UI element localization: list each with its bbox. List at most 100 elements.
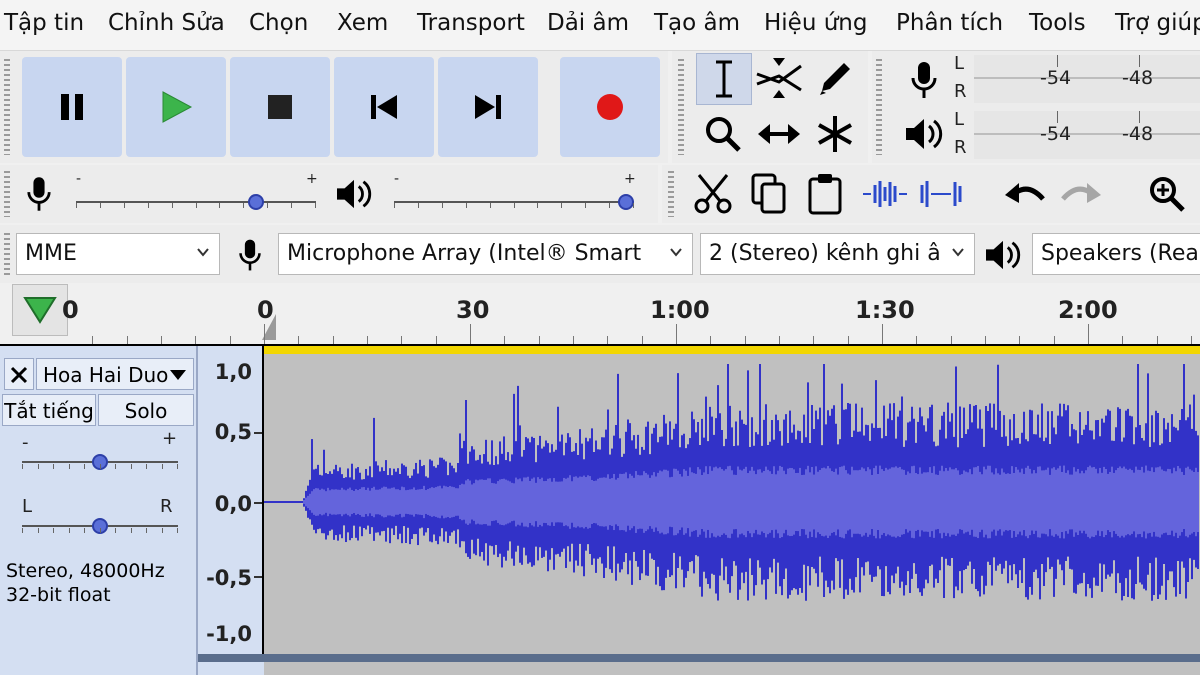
playback-meter[interactable]: -54 -48 (974, 111, 1200, 159)
menu-tracks[interactable]: Dải âm (547, 10, 629, 36)
timeline-tick (676, 324, 677, 344)
slider-tick (130, 464, 132, 469)
timeline-tick (916, 336, 918, 344)
slider-tick (22, 528, 23, 533)
play-button[interactable] (126, 57, 226, 157)
track-name: Hoa Hai Duo (43, 363, 169, 387)
menu-edit[interactable]: Chỉnh Sửa (108, 10, 225, 36)
draw-tool[interactable] (808, 53, 862, 103)
skip-to-start-button[interactable] (334, 57, 434, 157)
record-meter-button[interactable] (898, 55, 950, 105)
waveform-area[interactable] (264, 354, 1200, 654)
menu-file[interactable]: Tập tin (4, 10, 84, 36)
gain-slider[interactable] (22, 450, 178, 476)
silence-button[interactable] (914, 169, 968, 219)
timeline-tick (92, 336, 94, 344)
toolbar-grip[interactable] (876, 59, 882, 155)
toolbar-grip[interactable] (4, 59, 10, 155)
menu-view[interactable]: Xem (337, 10, 388, 36)
meter-left-label: L (954, 109, 965, 130)
menu-tools[interactable]: Tools (1029, 10, 1086, 36)
playback-volume-slider[interactable] (394, 189, 634, 219)
meter-tick: -48 (1122, 67, 1154, 89)
playback-meter-button[interactable] (898, 109, 950, 159)
timeline-tick (573, 336, 574, 344)
magnifier-icon (706, 117, 741, 152)
selection-tool[interactable] (696, 53, 752, 105)
y-axis-tick (254, 502, 262, 504)
slider-tick (585, 203, 587, 208)
slider-tick (22, 464, 23, 469)
slider-tick (394, 203, 395, 208)
recording-device-select[interactable]: Microphone Array (Intel® Smart (278, 233, 693, 275)
redo-button[interactable] (1054, 169, 1108, 219)
record-meter[interactable]: -54 -48 (974, 55, 1200, 103)
toolbar-grip[interactable] (678, 59, 684, 155)
toolbar-grip[interactable] (668, 171, 674, 217)
toolbar-grip[interactable] (4, 233, 10, 275)
slider-tick (84, 464, 85, 469)
record-button[interactable] (560, 57, 660, 157)
timeline-tick (607, 336, 609, 344)
toolbar-grip[interactable] (4, 171, 10, 217)
menu-generate[interactable]: Tạo âm (654, 10, 740, 36)
next-track-waveform[interactable] (264, 662, 1200, 675)
menu-help[interactable]: Trợ giúp (1115, 10, 1200, 36)
cut-button[interactable] (686, 169, 740, 219)
meter-right-label: R (954, 137, 967, 158)
slider-thumb[interactable] (248, 194, 265, 210)
slider-tick (633, 203, 634, 208)
timeline-tick (470, 324, 471, 344)
pause-button[interactable] (22, 57, 122, 157)
playback-device-select[interactable]: Speakers (Realt (1032, 233, 1200, 275)
mute-button[interactable]: Tắt tiếng (2, 394, 96, 426)
zoom-in-button[interactable] (1140, 169, 1194, 219)
copy-button[interactable] (742, 169, 796, 219)
slider-tick (177, 528, 178, 533)
y-axis-label: -0,5 (206, 566, 252, 590)
recording-volume-slider[interactable] (76, 189, 316, 219)
timeline-tick (367, 336, 368, 344)
slider-thumb[interactable] (618, 194, 634, 210)
i-beam-icon (716, 60, 732, 98)
slider-min-label: - (394, 171, 400, 187)
trim-button[interactable] (858, 169, 912, 219)
paste-button[interactable] (798, 169, 852, 219)
envelope-tool[interactable] (752, 53, 806, 103)
multi-tool[interactable] (808, 109, 862, 159)
slider-tick (76, 203, 77, 208)
timeline-ticks (0, 284, 1200, 344)
undo-icon (1005, 183, 1045, 203)
menu-bar: Tập tin Chỉnh Sửa Chọn Xem Transport Dải… (0, 0, 1200, 51)
skip-to-end-button[interactable] (438, 57, 538, 157)
slider-tick (417, 203, 419, 208)
timeline-tick (985, 336, 986, 344)
recording-device-icon (232, 237, 268, 273)
track-name-menu[interactable]: Hoa Hai Duo (36, 358, 194, 390)
menu-analyze[interactable]: Phân tích (896, 10, 1003, 36)
undo-button[interactable] (998, 169, 1052, 219)
menu-transport[interactable]: Transport (417, 10, 525, 36)
slider-tick (291, 203, 293, 208)
meter-right-label: R (954, 81, 967, 102)
scissors-icon (694, 174, 732, 214)
menu-effect[interactable]: Hiệu ứng (764, 10, 867, 36)
timeline-ruler[interactable]: 0 0 30 1:00 1:30 2:00 (0, 284, 1200, 344)
time-shift-tool[interactable] (752, 109, 806, 159)
recording-channels-select[interactable]: 2 (Stereo) kênh ghi â (700, 233, 975, 275)
close-track-button[interactable] (4, 358, 34, 390)
solo-button[interactable]: Solo (98, 394, 194, 426)
timeline-tick (195, 336, 197, 344)
waveform (264, 364, 1199, 601)
timeline-tick (847, 336, 849, 344)
pan-slider[interactable] (22, 514, 178, 540)
timeline-tick (264, 324, 265, 344)
slider-tick (115, 464, 116, 469)
audio-host-select[interactable]: MME (16, 233, 220, 275)
menu-select[interactable]: Chọn (249, 10, 308, 36)
timeline-tick (538, 336, 540, 344)
zoom-tool[interactable] (696, 109, 750, 159)
stop-button[interactable] (230, 57, 330, 157)
track-control-panel[interactable]: Hoa Hai Duo Tắt tiếng Solo - + L R Stere… (0, 346, 198, 675)
slider-tick (130, 528, 132, 533)
